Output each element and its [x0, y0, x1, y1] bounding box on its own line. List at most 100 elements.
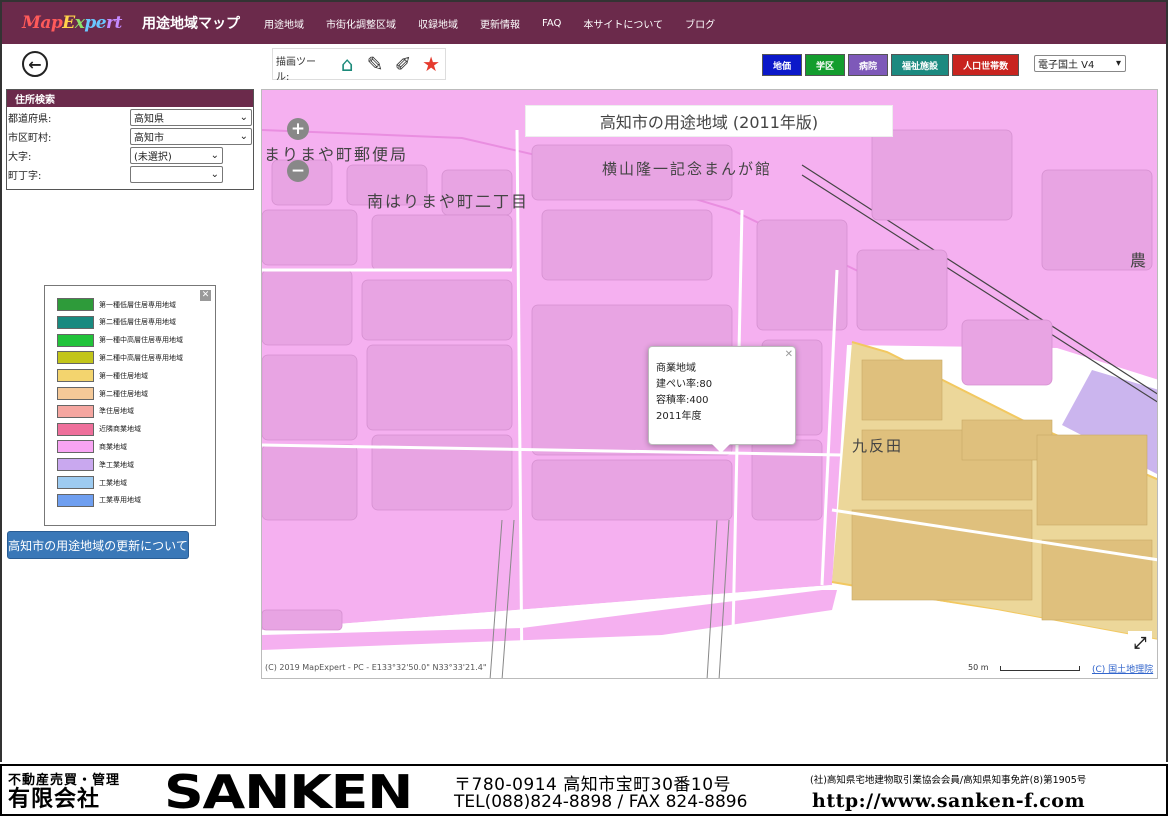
house-tool-button[interactable]: ⌂ — [333, 50, 361, 78]
legend-item: 近隣商業地域 — [57, 422, 141, 436]
prefecture-row: 都道府県: 高知県 ⌄ — [7, 107, 253, 126]
legend-label: 準住居地域 — [99, 407, 134, 416]
address-search-title: 住所検索 — [7, 90, 253, 107]
app-frame: MapExpert 用途地域マップ 用途地域 市街化調整区域 収録地域 更新情報… — [0, 0, 1168, 762]
logo-part: E — [62, 13, 75, 33]
nav-link-faq[interactable]: FAQ — [542, 18, 561, 29]
company-license: (社)高知県宅地建物取引業協会会員/高知県知事免許(8)第1905号 — [810, 775, 1087, 786]
expand-icon: ⤢ — [1133, 633, 1147, 652]
company-banner: 不動産売買・管理 有限会社 SANKEN 〒780-0914 高知市宝町30番1… — [0, 764, 1168, 816]
map-title: 高知市の用途地域 (2011年版) — [525, 105, 893, 137]
star-tool-button[interactable]: ★ — [417, 50, 445, 78]
prefecture-select[interactable]: 高知県 ⌄ — [130, 109, 252, 126]
company-phone: TEL(088)824-8898 / FAX 824-8896 — [454, 792, 748, 812]
company-url[interactable]: http://www.sanken-f.com — [812, 790, 1085, 812]
button-label: 地価 — [773, 61, 792, 72]
pencil-icon: ✎ — [366, 52, 384, 76]
button-label: 福祉施設 — [902, 61, 939, 72]
legend-item: 準住居地域 — [57, 404, 134, 418]
legend-label: 第一種住居地域 — [99, 371, 148, 380]
nav-link-about[interactable]: 本サイトについて — [583, 16, 663, 31]
update-info-button[interactable]: 高知市の用途地域の更新について — [7, 531, 189, 559]
legend-item: 商業地域 — [57, 440, 127, 454]
map-view[interactable]: 高知市の用途地域 (2011年版) + − まりまや町郵便局 横山隆一記念まんが… — [261, 89, 1158, 679]
oaza-value: (未選択) — [134, 152, 172, 163]
fullscreen-button[interactable]: ⤢ — [1128, 631, 1152, 655]
city-select[interactable]: 高知市 ⌄ — [130, 128, 252, 145]
welfare-facility-button[interactable]: 福祉施設 — [891, 54, 950, 76]
chevron-down-icon: ⌄ — [210, 169, 219, 180]
legend-swatch — [57, 351, 94, 365]
popup-far: 容積率:400 — [656, 395, 709, 406]
city-value: 高知市 — [134, 133, 164, 144]
chevron-down-icon: ▾ — [1115, 58, 1121, 69]
school-district-button[interactable]: 学区 — [805, 54, 846, 76]
nav-link-covered-areas[interactable]: 収録地域 — [418, 16, 458, 31]
top-nav: MapExpert 用途地域マップ 用途地域 市街化調整区域 収録地域 更新情報… — [2, 2, 1166, 44]
legend-label: 工業地域 — [99, 478, 127, 487]
company-type: 不動産売買・管理 有限会社 — [8, 769, 120, 812]
zoom-in-button[interactable]: + — [287, 118, 309, 140]
draw-tools-label: 描画ツール: — [276, 57, 316, 83]
legend-swatch — [57, 298, 94, 311]
overlay-buttons: 地価 学区 病院 福祉施設 人口世帯数 — [762, 54, 1020, 76]
back-button[interactable]: ← — [22, 51, 48, 77]
legend-item: 第二種中高層住居専用地域 — [57, 351, 183, 365]
hospital-button[interactable]: 病院 — [848, 54, 889, 76]
popup-tail — [712, 444, 730, 453]
logo[interactable]: MapExpert — [22, 13, 128, 33]
city-row: 市区町村: 高知市 ⌄ — [7, 126, 253, 145]
chome-row: 町丁字: ⌄ — [7, 164, 253, 183]
button-label: 病院 — [859, 61, 878, 72]
legend-label: 第二種住居地域 — [99, 389, 148, 398]
map-label-kutanda: 九反田 — [852, 437, 904, 455]
close-icon[interactable]: ✕ — [785, 347, 793, 363]
gsi-credit-link[interactable]: (C) 国土地理院 — [1092, 662, 1153, 675]
chevron-down-icon: ⌄ — [239, 131, 248, 142]
star-icon: ★ — [422, 52, 440, 76]
chome-label: 町丁字: — [8, 171, 42, 182]
button-label: 人口世帯数 — [963, 61, 1009, 72]
nav-link-urbanization-control[interactable]: 市街化調整区域 — [326, 16, 396, 31]
legend-label: 第二種低層住居専用地域 — [99, 318, 176, 327]
map-label-post-office: まりまや町郵便局 — [264, 145, 409, 164]
map-label-nou: 農 — [1130, 251, 1149, 270]
zoning-legend: ✕ 第一種低層住居専用地域 第二種低層住居専用地域 第一種中高層住居専用地域 第二種中… — [44, 285, 216, 526]
land-price-button[interactable]: 地価 — [762, 54, 803, 76]
legend-item: 工業専用地域 — [57, 493, 141, 507]
popup-zone: 商業地域 — [656, 363, 696, 374]
nav-link-blog[interactable]: ブログ — [685, 16, 715, 31]
legend-label: 第一種中高層住居専用地域 — [99, 336, 183, 345]
business-line: 不動産売買・管理 — [8, 773, 121, 788]
map-label-manga-museum: 横山隆一記念まんが館 — [602, 160, 773, 178]
nav-link-updates[interactable]: 更新情報 — [480, 16, 520, 31]
button-label: 学区 — [816, 61, 835, 72]
address-search-panel: 住所検索 都道府県: 高知県 ⌄ 市区町村: 高知市 ⌄ 大字: (未選択) ⌄ 町丁… — [6, 89, 254, 190]
chome-select[interactable]: ⌄ — [130, 166, 223, 183]
nav-link-zoning[interactable]: 用途地域 — [264, 16, 304, 31]
pencil-box-tool-button[interactable]: ✐ — [389, 50, 417, 78]
house-icon: ⌂ — [340, 52, 354, 76]
map-type-select[interactable]: 電子国土 V4 ▾ — [1034, 55, 1126, 72]
oaza-select[interactable]: (未選択) ⌄ — [130, 147, 223, 164]
legend-label: 第二種中高層住居専用地域 — [99, 353, 183, 362]
popup-year: 2011年度 — [656, 411, 702, 422]
legend-swatch — [57, 493, 94, 507]
company-name: SANKEN — [164, 765, 413, 819]
legend-swatch — [57, 458, 94, 472]
map-type-value: 電子国土 V4 — [1038, 60, 1095, 71]
site-title[interactable]: 用途地域マップ — [142, 13, 240, 33]
chevron-down-icon: ⌄ — [210, 150, 219, 161]
legend-item: 準工業地域 — [57, 458, 134, 472]
scale-label: 50 m — [968, 663, 989, 672]
population-button[interactable]: 人口世帯数 — [952, 54, 1020, 76]
logo-part: Map — [22, 13, 63, 33]
pencil-tool-button[interactable]: ✎ — [361, 50, 389, 78]
legend-item: 第一種住居地域 — [57, 369, 148, 383]
legend-swatch — [57, 387, 94, 400]
legend-swatch — [57, 476, 94, 489]
logo-part: rt — [106, 13, 122, 33]
legend-item: 第二種低層住居専用地域 — [57, 315, 176, 329]
close-icon[interactable]: ✕ — [200, 290, 211, 301]
legend-swatch — [57, 422, 94, 436]
